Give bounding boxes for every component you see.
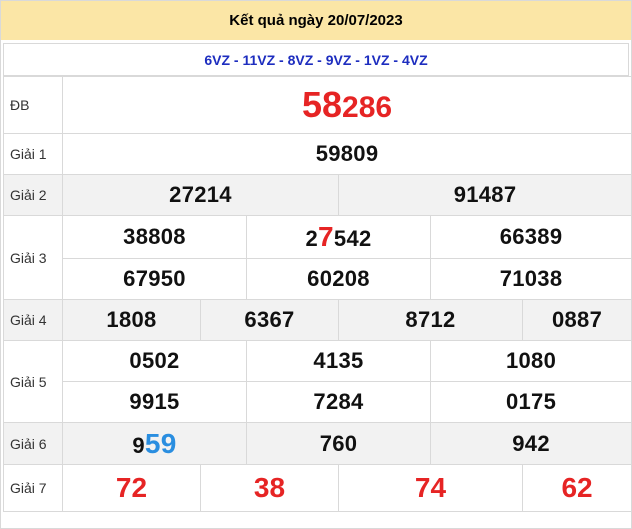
prize-g6-3: 942 (429, 422, 632, 465)
prize-g6-2: 760 (246, 422, 431, 465)
prize-g2-1: 27214 (62, 174, 339, 216)
prize-g7-2: 38 (200, 464, 339, 512)
prize-g5-1: 0502 (62, 340, 247, 382)
prize-g6-1-highlight: 59 (144, 427, 177, 459)
row-g4: Giải 4 1808 6367 8712 0887 (3, 299, 632, 341)
row-g1: Giải 1 59809 (3, 133, 632, 175)
prize-g3-4: 67950 (62, 258, 247, 300)
prize-g3-2-highlight: 7 (318, 221, 334, 252)
results-panel: Kết quả ngày 20/07/2023 6VZ - 11VZ - 8VZ… (0, 0, 632, 529)
special-prize-suffix: 286 (342, 91, 393, 124)
prize-g4-4: 0887 (521, 299, 632, 341)
prize-g6-1-part-a: 9 (132, 432, 145, 458)
prize-g6-1: 959 (62, 422, 247, 465)
prize-g3-2-part-c: 542 (333, 226, 372, 251)
prize-g5-6: 0175 (429, 381, 632, 423)
prize-g3-1: 38808 (62, 215, 247, 259)
row-g6: Giải 6 959 760 942 (3, 422, 632, 465)
row-label-db: ĐB (3, 76, 63, 134)
prize-g1-1: 59809 (61, 133, 632, 175)
row-label-g2: Giải 2 (3, 174, 63, 216)
row-label-g6: Giải 6 (3, 422, 63, 465)
row-g7: Giải 7 72 38 74 62 (3, 464, 632, 512)
ticket-codes: 6VZ - 11VZ - 8VZ - 9VZ - 1VZ - 4VZ (3, 43, 629, 76)
prize-g5-4: 9915 (62, 381, 247, 423)
prize-g7-1: 72 (62, 464, 201, 512)
prize-g5-5: 7284 (246, 381, 431, 423)
prize-g4-3: 8712 (338, 299, 523, 341)
prize-g7-3: 74 (338, 464, 523, 512)
results-title: Kết quả ngày 20/07/2023 (229, 12, 403, 29)
prize-g3-2: 27542 (246, 215, 431, 259)
prize-g5-2: 4135 (246, 340, 431, 382)
prize-g4-1: 1808 (62, 299, 201, 341)
prize-g7-4: 62 (521, 464, 632, 512)
results-table: ĐB 58286 Giải 1 59809 Giải 2 27214 91487… (3, 76, 632, 512)
row-label-g7: Giải 7 (3, 464, 63, 512)
special-prize-cell: 58286 (61, 76, 632, 134)
prize-g3-2-part-a: 2 (305, 226, 319, 251)
row-g3-b: 67950 60208 71038 (4, 258, 632, 300)
prize-g3-6: 71038 (429, 258, 632, 300)
row-label-g5: Giải 5 (3, 340, 63, 423)
special-prize-prefix: 58 (302, 84, 343, 125)
ticket-codes-text: 6VZ - 11VZ - 8VZ - 9VZ - 1VZ - 4VZ (204, 51, 428, 68)
row-label-g1: Giải 1 (3, 133, 63, 175)
row-label-g4: Giải 4 (3, 299, 63, 341)
row-label-g3: Giải 3 (3, 215, 63, 300)
prize-g3-3: 66389 (429, 215, 632, 259)
row-g3-a: Giải 3 38808 27542 66389 (3, 215, 632, 300)
row-g5-a: Giải 5 0502 4135 1080 (3, 340, 632, 423)
row-db: ĐB 58286 (3, 76, 632, 134)
prize-g5-3: 1080 (429, 340, 632, 382)
row-g5-b: 9915 7284 0175 (4, 381, 632, 423)
prize-g4-2: 6367 (200, 299, 339, 341)
row-g2: Giải 2 27214 91487 (3, 174, 632, 216)
prize-g2-2: 91487 (337, 174, 632, 216)
results-header: Kết quả ngày 20/07/2023 (1, 1, 631, 40)
prize-g3-5: 60208 (246, 258, 431, 300)
